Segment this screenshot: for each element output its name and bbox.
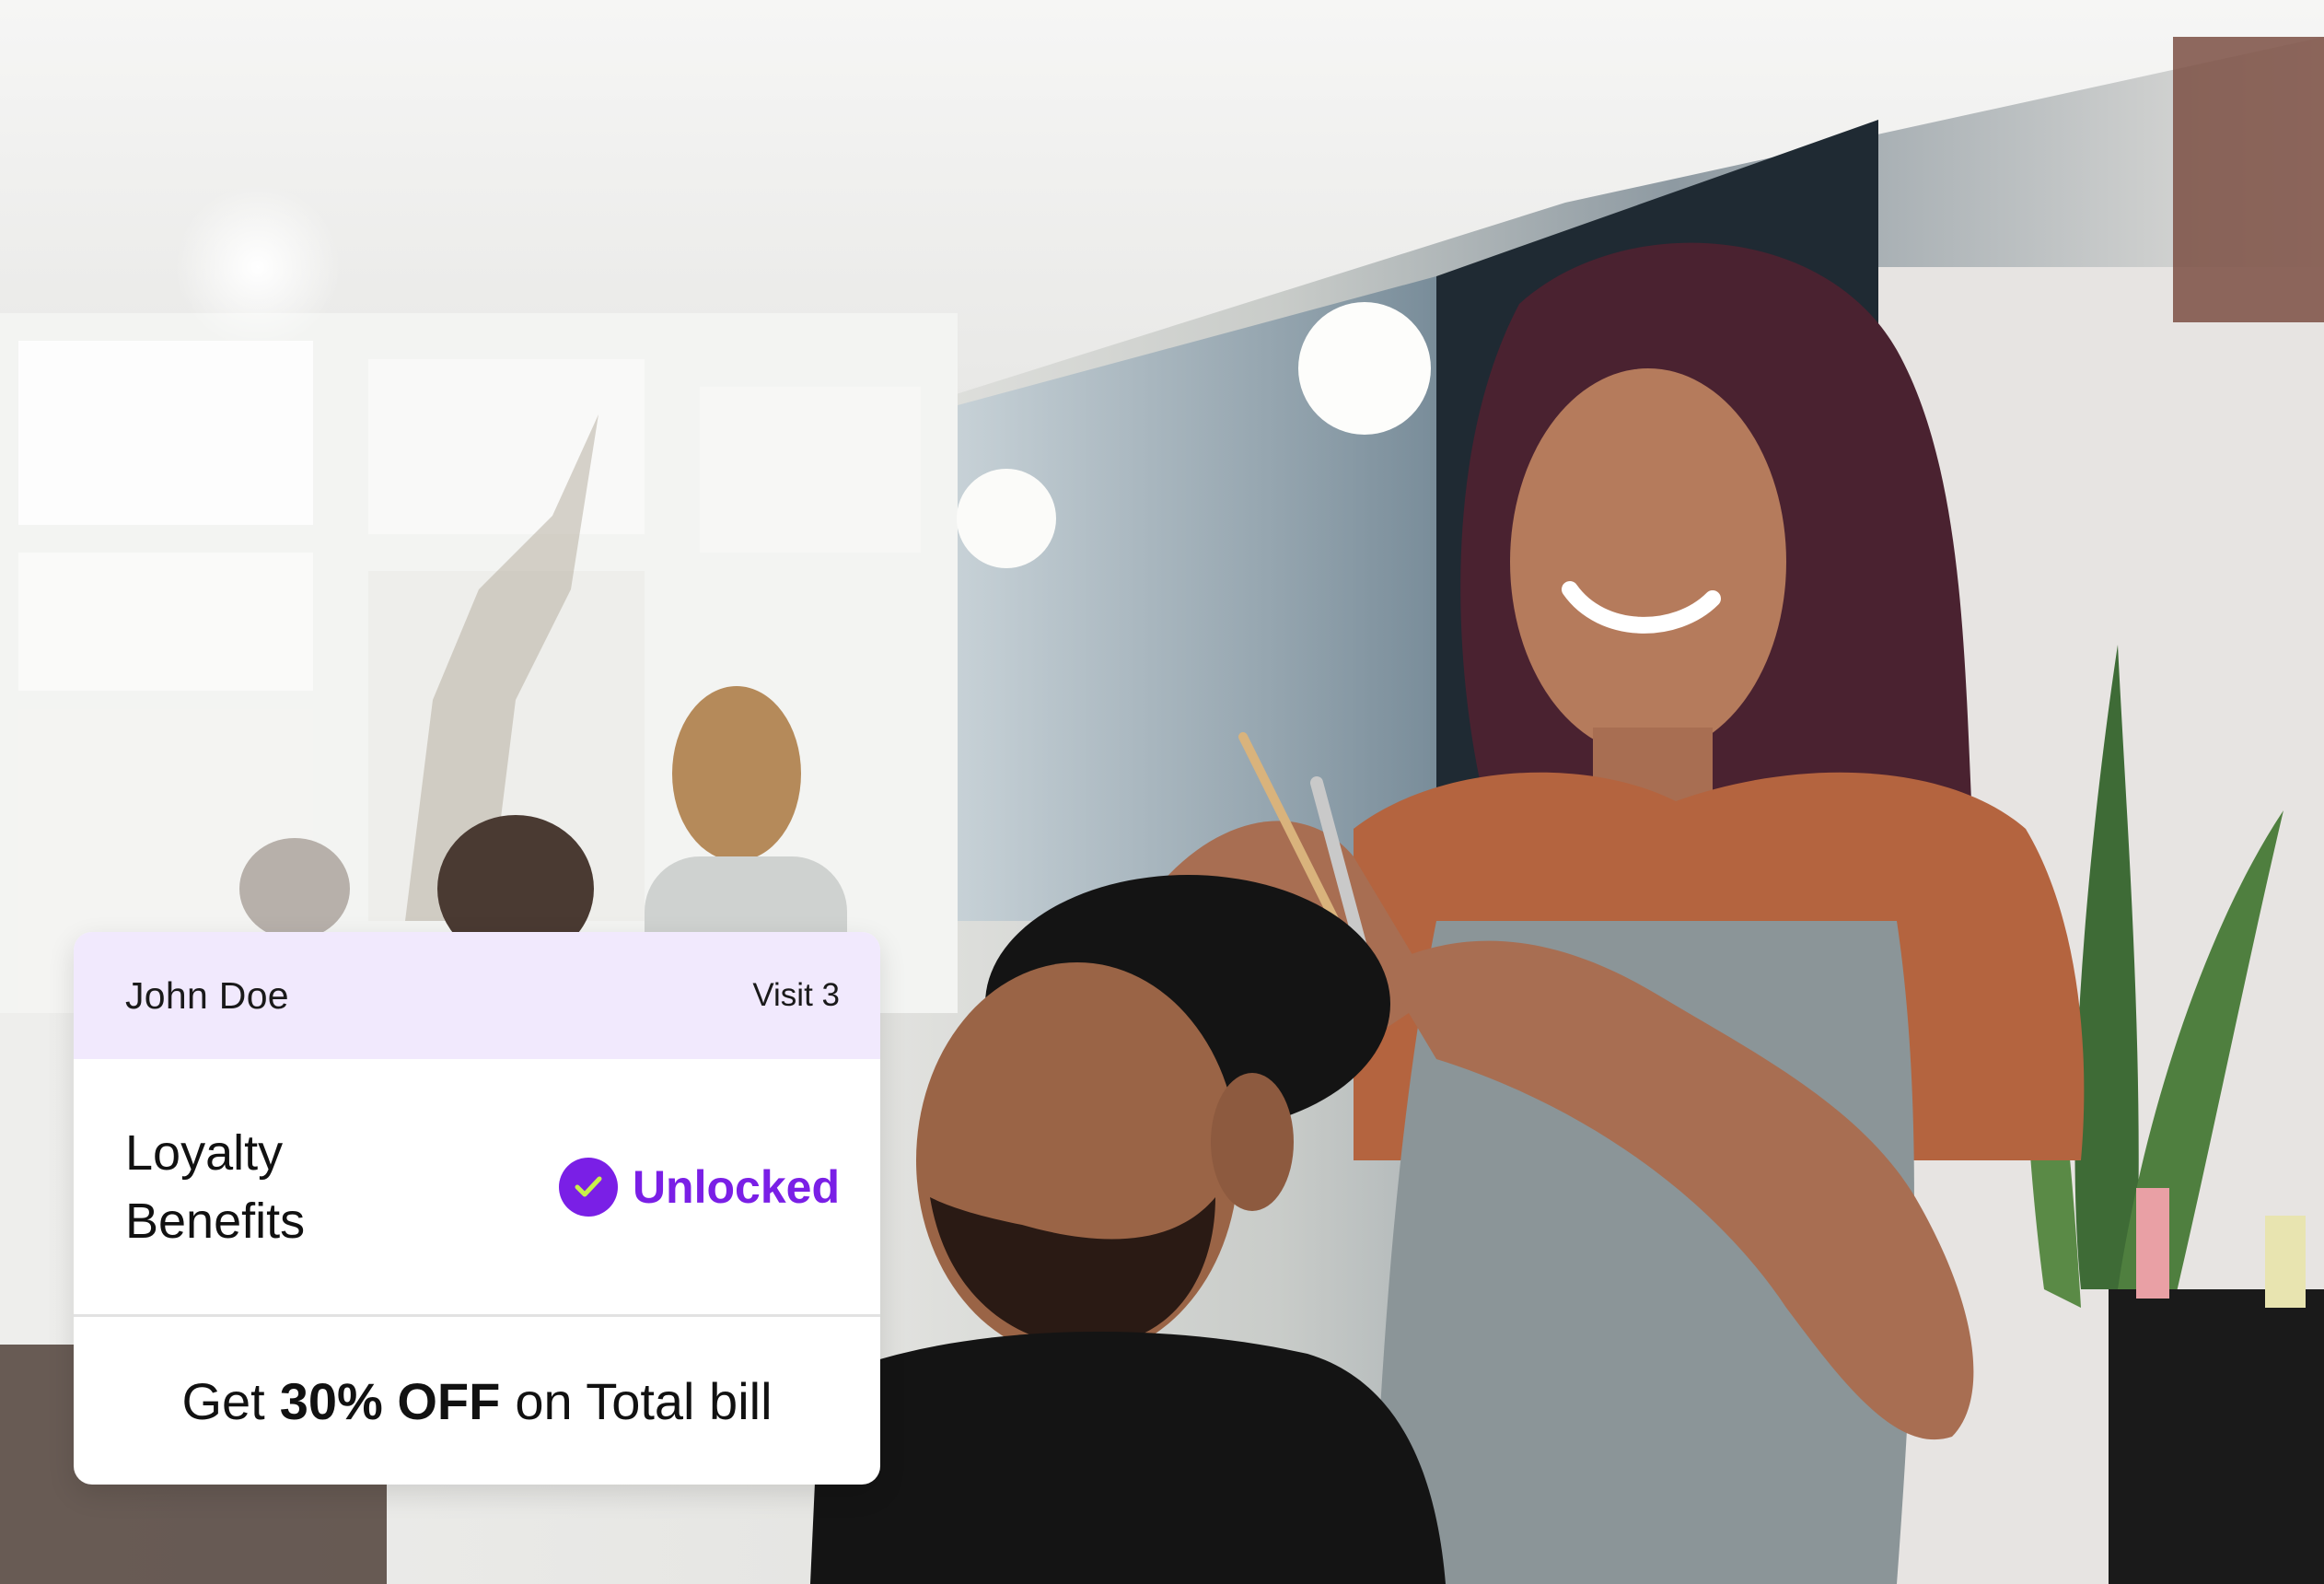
unlock-status: Unlocked <box>558 1157 840 1217</box>
offer-prefix: Get <box>181 1371 265 1430</box>
offer-suffix: on Total bill <box>515 1371 773 1430</box>
salon-photo: John Doe Visit 3 Loyalty Benefits Unlock… <box>0 0 2324 1584</box>
customer-name: John Doe <box>125 973 289 1017</box>
status-label: Unlocked <box>632 1160 840 1213</box>
offer-highlight: 30% OFF <box>279 1371 501 1430</box>
check-circle-icon <box>558 1157 618 1217</box>
benefits-title-line-1: Loyalty <box>125 1124 284 1181</box>
card-header: John Doe Visit 3 <box>74 932 880 1059</box>
benefits-title: Loyalty Benefits <box>125 1119 429 1255</box>
card-benefits-row: Loyalty Benefits Unlocked <box>74 1059 880 1317</box>
benefits-title-line-2: Benefits <box>125 1193 306 1249</box>
loyalty-card: John Doe Visit 3 Loyalty Benefits Unlock… <box>74 932 880 1485</box>
offer-line: Get 30% OFF on Total bill <box>74 1317 880 1485</box>
visit-count: Visit 3 <box>752 977 840 1013</box>
